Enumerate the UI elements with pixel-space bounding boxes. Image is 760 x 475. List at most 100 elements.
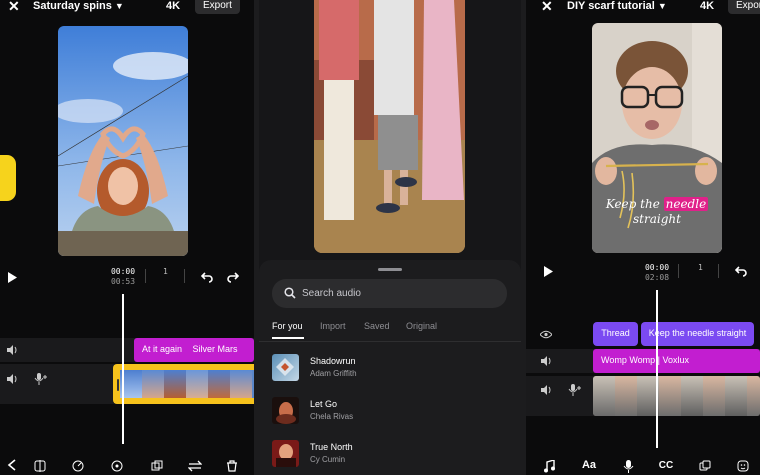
divider [184,269,185,283]
captions-button[interactable]: CC [657,458,675,472]
close-icon[interactable]: ✕ [8,0,20,13]
speed-icon[interactable] [71,459,85,473]
project-title: DIY scarf tutorial [567,0,655,12]
video-preview-dancers[interactable] [314,0,465,253]
tab-for-you[interactable]: For you [272,321,303,331]
clip-thumbnails [120,370,254,398]
album-art [272,440,299,467]
chevron-down-icon: ▼ [114,1,124,11]
export-button[interactable]: Export [728,0,760,14]
delete-icon[interactable] [225,459,239,473]
play-icon[interactable] [540,264,556,278]
caption-highlight-word: needle [663,197,709,211]
playhead[interactable] [122,294,124,444]
voiceover-mic-icon[interactable] [567,383,581,397]
duplicate-icon[interactable] [150,459,164,473]
music-clip[interactable]: Womp Womp | Voxlux [593,349,760,373]
search-audio-field[interactable]: Search audio [272,279,507,308]
volume-icon[interactable] [6,373,18,385]
resolution-selector[interactable]: 4K [700,0,714,12]
selected-video-clip[interactable] [113,364,254,404]
caption-music-clip[interactable]: At it again Silver Mars [134,338,254,362]
thumbnail [615,376,637,416]
thumbnail [593,376,615,416]
mic-icon[interactable] [621,459,635,473]
current-time: 00:00 [110,267,136,276]
right-top-bar: ✕ DIY scarf tutorial▼ 4K Export [526,0,760,14]
tab-import[interactable]: Import [320,321,346,331]
audio-track-row: At it again Silver Mars [0,338,254,362]
replace-icon[interactable] [187,459,203,473]
left-top-bar: ✕ Saturday spins ▼ 4K Export [0,0,254,14]
thumbnail [186,370,208,398]
undo-icon[interactable] [734,264,748,278]
thumbnail [208,370,230,398]
tab-saved[interactable]: Saved [364,321,390,331]
total-time: 02:08 [644,273,670,282]
text-clip-thread[interactable]: Thread [593,322,638,346]
sticker-icon[interactable] [736,459,750,473]
text-track-row: Thread Keep the needle straight [526,322,760,346]
volume-icon[interactable] [540,384,552,396]
video-preview[interactable]: Keep the needle straight [592,23,722,253]
sheet-grabber[interactable] [378,268,402,271]
music-note-icon[interactable] [542,459,556,473]
resolution-selector[interactable]: 4K [166,0,180,12]
trim-handle[interactable] [117,379,119,391]
video-clip-thumbnails[interactable] [593,376,760,416]
thumbnail [725,376,747,416]
playback-time: 00:00 02:08 [642,263,672,283]
project-title-dropdown[interactable]: Saturday spins ▼ [33,0,124,12]
chevron-down-icon: ▼ [657,1,667,11]
volume-icon[interactable] [540,355,552,367]
active-tab-indicator [272,337,304,339]
text-tool-button[interactable]: Aa [580,458,598,472]
project-title: Saturday spins [33,0,112,12]
thumbnail [747,376,760,416]
thumbnail [142,370,164,398]
left-editor-panel: ✕ Saturday spins ▼ 4K Export 00:00 00:53… [0,0,254,475]
search-icon [284,287,296,299]
tab-original[interactable]: Original [406,321,437,331]
voiceover-mic-icon[interactable] [33,372,47,386]
video-preview[interactable] [58,26,188,256]
caption-clip-label: At it again [142,344,183,354]
playhead[interactable] [656,290,658,448]
list-item[interactable]: True North Cy Cumin [272,440,512,470]
video-track-row [0,364,254,404]
search-placeholder: Search audio [302,288,361,299]
project-title-dropdown[interactable]: DIY scarf tutorial ▼ [567,0,667,12]
close-icon[interactable]: ✕ [541,0,553,13]
preview-image-heart [58,26,188,256]
overlay-icon[interactable] [698,459,712,473]
frame-counter: 1 [163,267,168,276]
song-title: Shadowrun [310,356,356,366]
caption-text-pre: Keep the [605,197,664,211]
music-clip-label: Silver Mars [192,344,238,354]
split-icon[interactable] [33,459,47,473]
song-title: Let Go [310,399,338,409]
video-caption-overlay[interactable]: Keep the needle straight [592,197,722,227]
redo-icon[interactable] [226,270,240,284]
album-art [272,397,299,424]
side-tool-button[interactable] [0,155,16,201]
frame-counter: 1 [698,263,703,272]
album-art [272,354,299,381]
volume-icon[interactable] [6,344,18,356]
divider [145,269,146,283]
back-icon[interactable] [6,459,18,471]
divider [718,264,719,278]
thumbnail [681,376,703,416]
visibility-eye-icon[interactable] [540,328,552,340]
volume-adjust-icon[interactable] [110,459,124,473]
left-bottom-toolbar [0,455,254,475]
undo-icon[interactable] [200,270,214,284]
list-item[interactable]: Let Go Chela Rivas [272,397,512,427]
play-icon[interactable] [4,270,20,284]
list-item[interactable]: Shadowrun Adam Griffith [272,354,512,384]
export-button[interactable]: Export [195,0,240,14]
thumbnail [230,370,252,398]
total-time: 00:53 [110,277,136,286]
preview-image-dancers [314,0,465,253]
song-title: True North [310,442,353,452]
